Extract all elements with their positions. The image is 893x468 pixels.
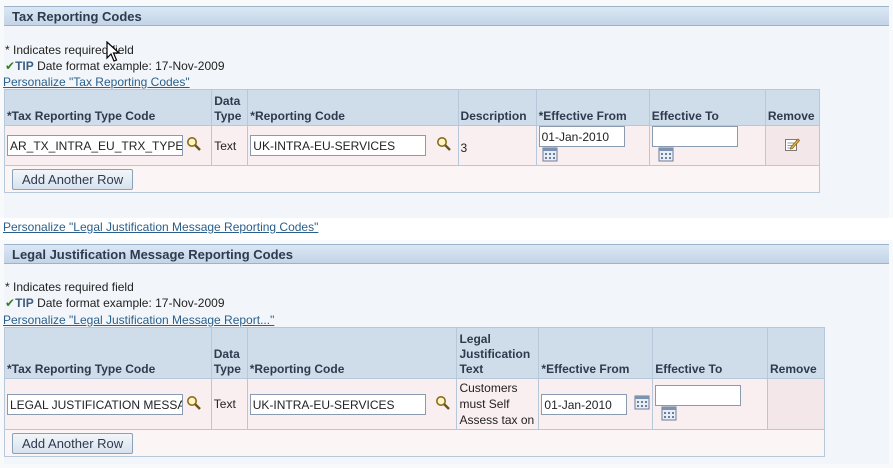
cell-data-type: Text bbox=[210, 378, 248, 430]
col-effective-from: *Effective From bbox=[535, 89, 650, 126]
personalize-tax-reporting-link[interactable]: Personalize "Tax Reporting Codes" bbox=[3, 75, 190, 89]
cell-type-code: LEGAL JUSTIFICATION MESSA bbox=[4, 378, 212, 430]
cell-effective-from: 01-Jan-2010 bbox=[538, 378, 654, 430]
tip-text: Date format example: 17-Nov-2009 bbox=[37, 296, 225, 310]
calendar-icon[interactable] bbox=[542, 147, 558, 165]
calendar-icon[interactable] bbox=[661, 406, 677, 424]
table-row: LEGAL JUSTIFICATION MESSA Text UK-INTRA-… bbox=[4, 378, 826, 430]
cell-reporting-code: UK-INTRA-EU-SERVICES bbox=[246, 378, 458, 430]
col-description: Description bbox=[457, 89, 537, 126]
effective-to-input[interactable] bbox=[655, 384, 742, 406]
cell-remove bbox=[766, 378, 826, 430]
col-legal-text-line1: Legal bbox=[459, 332, 491, 346]
col-legal-text: Legal Justification Text bbox=[456, 327, 540, 379]
reporting-code-input[interactable]: UK-INTRA-EU-SERVICES bbox=[249, 393, 426, 415]
personalize-legal-link[interactable]: Personalize "Legal Justification Message… bbox=[3, 220, 318, 234]
reporting-code-input[interactable]: UK-INTRA-EU-SERVICES bbox=[250, 135, 427, 156]
checkmark-icon: ✔ bbox=[5, 296, 16, 310]
cell-description: 3 bbox=[457, 125, 537, 166]
tip-text: Date format example: 17-Nov-2009 bbox=[37, 59, 225, 73]
table-row: AR_TX_INTRA_EU_TRX_TYPE Text UK-INTRA-EU… bbox=[3, 125, 821, 166]
col-data-type-line2: Type bbox=[214, 109, 242, 123]
tip-line: ✔TIP Date format example: 17-Nov-2009 bbox=[5, 296, 225, 310]
col-data-type: Data Type bbox=[210, 327, 248, 379]
col-legal-text-line2: Justification bbox=[459, 347, 531, 361]
cell-remove bbox=[764, 125, 821, 166]
cell-effective-to bbox=[648, 125, 766, 166]
effective-from-input[interactable]: 01-Jan-2010 bbox=[541, 393, 628, 415]
col-data-type-line1: Data bbox=[213, 347, 240, 361]
search-icon[interactable] bbox=[435, 395, 451, 414]
col-type-code: *Tax Reporting Type Code bbox=[3, 89, 213, 126]
search-icon[interactable] bbox=[186, 395, 202, 414]
legal-text-line1: Customers bbox=[459, 381, 518, 395]
add-row-cell: Add Another Row bbox=[4, 165, 820, 193]
cell-data-type: Text bbox=[211, 125, 249, 166]
remove-row-icon[interactable] bbox=[784, 136, 801, 155]
col-reporting-code: *Reporting Code bbox=[247, 89, 459, 126]
add-row-row: Add Another Row bbox=[4, 165, 820, 193]
add-row-row: Add Another Row bbox=[4, 429, 825, 457]
col-reporting-code: *Reporting Code bbox=[246, 327, 458, 379]
legal-text-line2: must Self bbox=[459, 397, 510, 411]
col-remove: Remove bbox=[764, 89, 821, 126]
cell-type-code: AR_TX_INTRA_EU_TRX_TYPE bbox=[3, 125, 213, 166]
search-icon[interactable] bbox=[436, 136, 452, 155]
cell-effective-to bbox=[652, 378, 768, 430]
add-row-cell: Add Another Row bbox=[4, 429, 825, 457]
col-remove: Remove bbox=[766, 327, 826, 379]
section2-title: Legal Justification Message Reporting Co… bbox=[4, 244, 889, 264]
col-effective-from: *Effective From bbox=[538, 327, 654, 379]
tip-label: TIP bbox=[15, 59, 34, 73]
add-another-row-button[interactable]: Add Another Row bbox=[12, 168, 134, 190]
cell-reporting-code: UK-INTRA-EU-SERVICES bbox=[247, 125, 459, 166]
required-note: * Indicates required field bbox=[5, 280, 134, 294]
tip-label: TIP bbox=[15, 296, 34, 310]
effective-to-input[interactable] bbox=[651, 126, 738, 147]
col-type-code: *Tax Reporting Type Code bbox=[4, 327, 212, 379]
type-code-input[interactable]: LEGAL JUSTIFICATION MESSA bbox=[7, 393, 183, 415]
tax-reporting-table: *Tax Reporting Type Code Data Type *Repor… bbox=[3, 89, 821, 193]
col-data-type: Data Type bbox=[211, 89, 249, 126]
cell-legal-text: Customers must Self Assess tax on bbox=[456, 378, 540, 430]
search-icon[interactable] bbox=[186, 136, 202, 155]
section1-title: Tax Reporting Codes bbox=[4, 6, 889, 26]
type-code-input[interactable]: AR_TX_INTRA_EU_TRX_TYPE bbox=[7, 135, 183, 156]
add-another-row-button[interactable]: Add Another Row bbox=[12, 432, 134, 454]
effective-from-input[interactable]: 01-Jan-2010 bbox=[538, 126, 625, 147]
calendar-icon[interactable] bbox=[634, 395, 650, 413]
col-effective-to: Effective To bbox=[652, 327, 768, 379]
calendar-icon[interactable] bbox=[658, 147, 674, 165]
legal-justification-table: *Tax Reporting Type Code Data Type *Repor… bbox=[4, 327, 826, 457]
personalize-legal-report-link[interactable]: Personalize "Legal Justification Message… bbox=[3, 313, 274, 327]
col-legal-text-line3: Text bbox=[459, 362, 484, 376]
col-data-type-line1: Data bbox=[214, 94, 241, 108]
col-data-type-line2: Type bbox=[213, 362, 241, 376]
col-effective-to: Effective To bbox=[648, 89, 766, 126]
legal-text-line3: Assess tax on bbox=[459, 413, 535, 427]
mouse-cursor bbox=[106, 40, 121, 66]
cell-effective-from: 01-Jan-2010 bbox=[535, 125, 650, 166]
checkmark-icon: ✔ bbox=[5, 59, 16, 73]
